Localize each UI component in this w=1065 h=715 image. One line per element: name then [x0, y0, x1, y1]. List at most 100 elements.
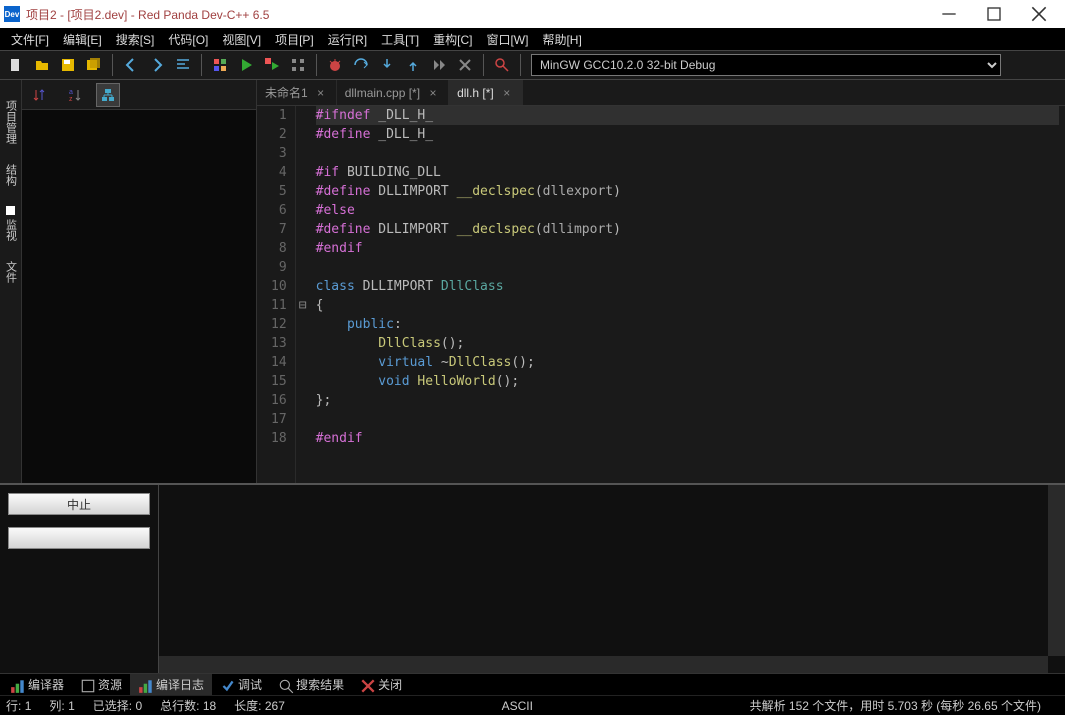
app-icon: Dev [4, 6, 20, 22]
toolbar-separator [112, 54, 113, 76]
code-content[interactable]: #ifndef _DLL_H_#define _DLL_H_#if BUILDI… [310, 106, 1065, 483]
output-side-buttons: 中止 [0, 485, 158, 673]
status-total-lines: 总行数: 18 [160, 697, 216, 714]
title-bar: Dev 项目2 - [项目2.dev] - Red Panda Dev-C++ … [0, 0, 1065, 28]
file-tab[interactable]: dll.h [*] × [449, 80, 523, 105]
close-icon[interactable]: × [314, 86, 328, 100]
output-panel: 中止 [0, 483, 1065, 673]
status-col: 列: 1 [49, 697, 74, 714]
open-file-button[interactable] [30, 53, 54, 77]
step-into-button[interactable] [375, 53, 399, 77]
side-panel-body [22, 110, 256, 483]
file-tab[interactable]: 未命名1 × [257, 80, 337, 105]
bottom-tab-3[interactable]: 调试 [212, 674, 270, 695]
sort-type-button[interactable] [28, 83, 52, 107]
run-button[interactable] [234, 53, 258, 77]
menu-bar: 文件[F] 编辑[E] 搜索[S] 代码[O] 视图[V] 项目[P] 运行[R… [0, 28, 1065, 50]
close-button[interactable] [1016, 0, 1061, 28]
bottom-tabs: 编译器资源编译日志调试搜索结果关闭 [0, 673, 1065, 695]
left-tab-watch[interactable]: 监视 [1, 196, 21, 251]
forward-button[interactable] [145, 53, 169, 77]
menu-file[interactable]: 文件[F] [4, 29, 56, 50]
side-panel-toolbar: az [22, 80, 256, 110]
toolbar-separator [483, 54, 484, 76]
toolbar-separator [316, 54, 317, 76]
horizontal-scrollbar[interactable] [159, 656, 1048, 673]
output-content[interactable] [158, 485, 1065, 673]
back-button[interactable] [119, 53, 143, 77]
status-length: 长度: 267 [234, 697, 285, 714]
status-encoding: ASCII [502, 699, 533, 713]
toolbar-separator [201, 54, 202, 76]
close-icon[interactable]: × [426, 86, 440, 100]
menu-code[interactable]: 代码[O] [161, 29, 215, 50]
bottom-tab-0[interactable]: 编译器 [2, 674, 72, 695]
abort-button[interactable]: 中止 [8, 493, 150, 515]
tab-icon [10, 678, 24, 692]
compiler-select[interactable]: MinGW GCC10.2.0 32-bit Debug [531, 54, 1001, 76]
bottom-tab-1[interactable]: 资源 [72, 674, 130, 695]
vertical-scrollbar[interactable] [1048, 485, 1065, 656]
menu-view[interactable]: 视图[V] [215, 29, 268, 50]
window-title: 项目2 - [项目2.dev] - Red Panda Dev-C++ 6.5 [26, 6, 926, 23]
menu-window[interactable]: 窗口[W] [479, 29, 535, 50]
menu-tools[interactable]: 工具[T] [374, 29, 426, 50]
tab-icon [138, 678, 152, 692]
tab-icon [80, 678, 94, 692]
left-tab-structure[interactable]: 结构 [1, 154, 21, 196]
tab-label: 未命名1 [265, 84, 308, 101]
svg-text:z: z [69, 96, 73, 103]
bottom-tab-5[interactable]: 关闭 [352, 674, 410, 695]
maximize-button[interactable] [971, 0, 1016, 28]
tab-label: dllmain.cpp [*] [345, 86, 420, 100]
format-button[interactable] [171, 53, 195, 77]
menu-refactor[interactable]: 重构[C] [426, 29, 479, 50]
left-vertical-tabs: 项目管理 结构 监视 文件 [0, 80, 22, 483]
stop-debug-button[interactable] [453, 53, 477, 77]
tab-icon [360, 678, 374, 692]
toolbar-separator [520, 54, 521, 76]
status-parse-info: 共解析 152 个文件，用时 5.703 秒 (每秒 26.65 个文件) [750, 697, 1041, 714]
step-out-button[interactable] [401, 53, 425, 77]
compile-button[interactable] [208, 53, 232, 77]
menu-search[interactable]: 搜索[S] [109, 29, 162, 50]
compile-run-button[interactable] [260, 53, 284, 77]
status-line: 行: 1 [6, 697, 31, 714]
file-tab[interactable]: dllmain.cpp [*] × [337, 80, 449, 105]
tab-icon [220, 678, 234, 692]
main-area: 项目管理 结构 监视 文件 az 未命名1 × dllmain.cpp [*] … [0, 80, 1065, 483]
debug-button[interactable] [323, 53, 347, 77]
sort-alpha-button[interactable]: az [62, 83, 86, 107]
rebuild-button[interactable] [286, 53, 310, 77]
bottom-tab-2[interactable]: 编译日志 [130, 674, 212, 695]
inherit-view-button[interactable] [96, 83, 120, 107]
tab-label: dll.h [*] [457, 86, 494, 100]
left-tab-files[interactable]: 文件 [1, 251, 21, 293]
menu-project[interactable]: 项目[P] [268, 29, 321, 50]
status-selected: 已选择: 0 [93, 697, 142, 714]
window-controls [926, 0, 1061, 28]
line-gutter: 123456789101112131415161718 [257, 106, 296, 483]
minimize-button[interactable] [926, 0, 971, 28]
status-bar: 行: 1 列: 1 已选择: 0 总行数: 18 长度: 267 ASCII 共… [0, 695, 1065, 715]
side-panel: az [22, 80, 257, 483]
menu-edit[interactable]: 编辑[E] [56, 29, 109, 50]
menu-run[interactable]: 运行[R] [321, 29, 374, 50]
bottom-tab-4[interactable]: 搜索结果 [270, 674, 352, 695]
profile-button[interactable] [490, 53, 514, 77]
toolbar: MinGW GCC10.2.0 32-bit Debug [0, 50, 1065, 80]
new-file-button[interactable] [4, 53, 28, 77]
step-over-button[interactable] [349, 53, 373, 77]
continue-button[interactable] [427, 53, 451, 77]
close-icon[interactable]: × [500, 86, 514, 100]
file-tabs: 未命名1 × dllmain.cpp [*] × dll.h [*] × [257, 80, 1065, 106]
save-button[interactable] [56, 53, 80, 77]
fold-column: ⊟ [296, 106, 310, 483]
blank-button[interactable] [8, 527, 150, 549]
svg-text:a: a [69, 89, 73, 96]
menu-help[interactable]: 帮助[H] [535, 29, 588, 50]
left-tab-project[interactable]: 项目管理 [1, 90, 21, 154]
code-editor[interactable]: 123456789101112131415161718 ⊟ #ifndef _D… [257, 106, 1065, 483]
fold-toggle-icon[interactable]: ⊟ [299, 298, 307, 313]
save-all-button[interactable] [82, 53, 106, 77]
